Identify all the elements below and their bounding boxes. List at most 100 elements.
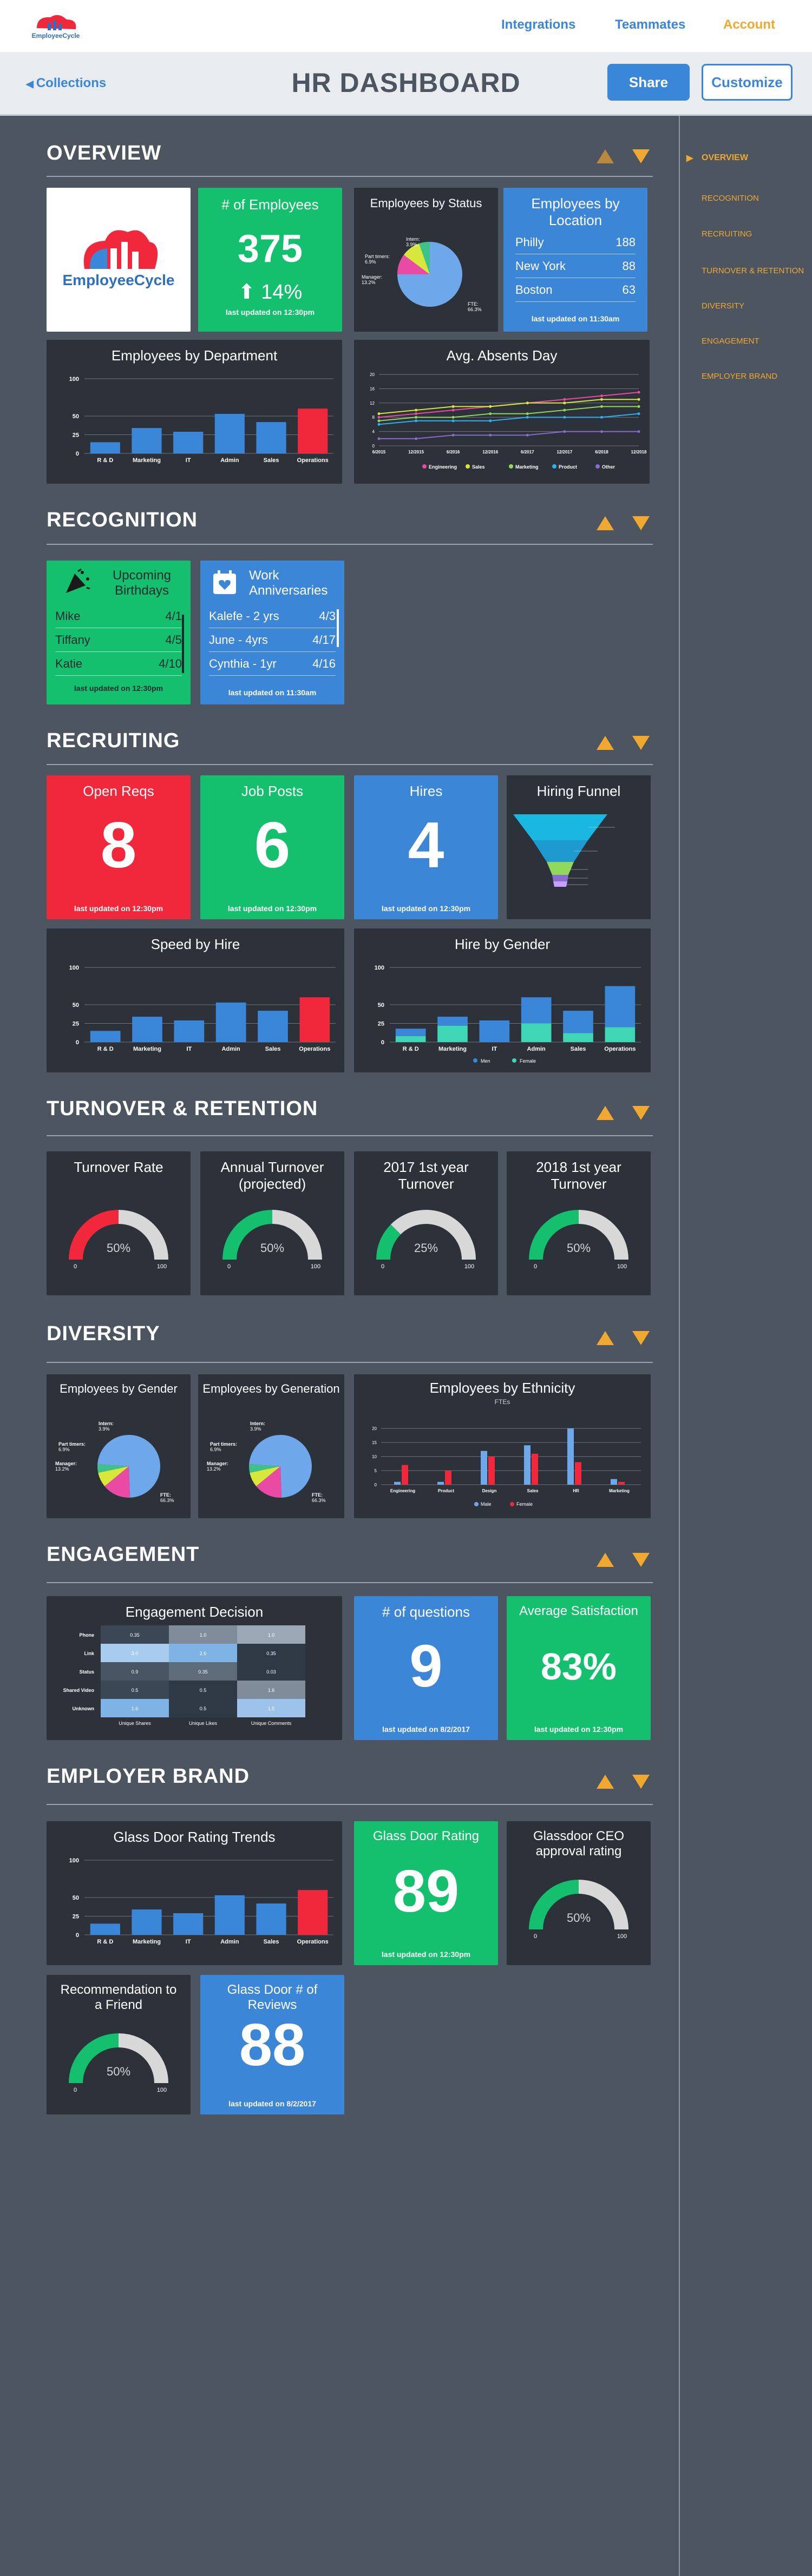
sidebar-item-turnover[interactable]: TURNOVER & RETENTION: [702, 266, 804, 275]
logo[interactable]: EmployeeCycle: [26, 12, 86, 42]
bar: [215, 1002, 246, 1042]
avg-absents-tile[interactable]: Avg. Absents Day 0 4 8 12 16 20 6/2015 12/2015 6…: [354, 340, 650, 484]
open-reqs-tile[interactable]: Open Reqs 8 last updated on 12:30pm: [47, 775, 191, 919]
glassdoor-trends-tile[interactable]: Glass Door Rating Trends 0 25 50 100 R & D Ma…: [47, 1821, 342, 1965]
hires-tile[interactable]: Hires 4 last updated on 12:30pm: [354, 775, 498, 919]
satisfaction-value: 83%: [540, 1645, 617, 1688]
x-tick-label: 6/2015: [372, 450, 386, 454]
gauge-max-label: 100: [617, 1933, 627, 1940]
questions-count-tile[interactable]: # of questions 9 last updated on 8/2/201…: [354, 1596, 498, 1740]
sidebar-item-diversity[interactable]: DIVERSITY: [702, 301, 744, 311]
last-updated: last updated on 11:30am: [531, 314, 620, 323]
pie-label-value: 66.3%: [468, 307, 482, 312]
employees-by-ethnicity-tile[interactable]: Employees by Ethnicity FTEs 0 5 10 15 20 Engi…: [354, 1374, 651, 1518]
data-point: [526, 416, 529, 419]
y-tick-label: 100: [69, 1857, 79, 1864]
turnover-2018-tile[interactable]: 2018 1st year Turnover 0 100 50%: [507, 1151, 651, 1295]
arrow-up-icon: ⬆: [238, 281, 261, 304]
turnover-rate-tile[interactable]: Turnover Rate 0 100 50%: [47, 1151, 191, 1295]
tile-title: Work Anniversaries: [249, 568, 328, 598]
upcoming-birthdays-tile[interactable]: Upcoming Birthdays Mike 4/1 Tiffany 4/5 Ka…: [47, 561, 191, 704]
cell-value: 2.6: [200, 1651, 207, 1656]
city: Boston: [515, 283, 553, 297]
ceo-approval-tile[interactable]: Glassdoor CEO approval rating 0 100 50%: [507, 1821, 651, 1965]
sidebar-item-engagement[interactable]: ENGAGEMENT: [702, 337, 759, 346]
hire-by-gender-tile[interactable]: Hire by Gender 0 25 50 100 R & D Marketing IT A…: [354, 928, 651, 1072]
move-up-icon[interactable]: [597, 516, 614, 530]
gauge-value: 50%: [106, 1241, 131, 1255]
job-posts-tile[interactable]: Job Posts 6 last updated on 12:30pm: [200, 775, 344, 919]
move-up-icon[interactable]: [597, 736, 614, 750]
employees-by-department-tile[interactable]: Employees by Department 0 25 50 100 R & D Mar…: [47, 340, 342, 484]
nav-teammates-link[interactable]: Teammates: [615, 17, 685, 32]
bar-segment: [605, 986, 636, 1027]
move-down-icon[interactable]: [632, 1775, 650, 1789]
nav-account-link[interactable]: Account: [723, 17, 775, 32]
sidebar-item-employer-brand[interactable]: EMPLOYER BRAND: [702, 372, 777, 381]
employees-count-tile[interactable]: # of Employees 375 ⬆ 14% last updated on…: [198, 188, 342, 332]
section-divider: [47, 176, 653, 177]
customize-button[interactable]: Customize: [702, 64, 793, 101]
status-pie-chart: Intern:3.9% Part timers:6.9% Manager:13.…: [362, 236, 482, 312]
employees-by-location-tile[interactable]: Employees by Location Philly 188 New York…: [503, 188, 647, 332]
sidebar-item-recruiting[interactable]: RECRUITING: [702, 229, 752, 239]
share-button[interactable]: Share: [607, 64, 690, 101]
y-tick-label: 0: [76, 1932, 79, 1939]
pie-label-value: 6.9%: [58, 1447, 70, 1452]
data-point: [377, 416, 381, 419]
average-satisfaction-tile[interactable]: Average Satisfaction 83% last updated on…: [507, 1596, 651, 1740]
scrollbar[interactable]: [182, 615, 184, 673]
cell-value: 0.5: [200, 1706, 207, 1711]
work-anniversaries-tile[interactable]: Work Anniversaries Kalefe - 2 yrs 4/3 Jun…: [200, 561, 344, 704]
hiring-funnel-tile[interactable]: Hiring Funnel: [507, 775, 651, 919]
x-tick-label: IT: [186, 1046, 192, 1052]
data-point: [637, 405, 640, 408]
move-up-icon[interactable]: [597, 1106, 614, 1120]
bar: [524, 1445, 531, 1485]
turnover-2017-tile[interactable]: 2017 1st year Turnover 0 100 25%: [354, 1151, 498, 1295]
move-down-icon[interactable]: [632, 1106, 650, 1120]
bar: [437, 1481, 444, 1485]
move-down-icon[interactable]: [632, 736, 650, 750]
scrollbar[interactable]: [337, 609, 339, 647]
pie-label: Intern:: [250, 1421, 265, 1426]
employees-by-status-tile[interactable]: Employees by Status Intern: 3.9% Part tim…: [354, 188, 498, 332]
x-tick-label: R & D: [97, 1046, 114, 1052]
section-sort-controls: [597, 1331, 650, 1345]
employees-by-gender-tile[interactable]: Employees by Gender FTE: 66.3% Manager: 13.…: [47, 1374, 191, 1518]
nav-integrations-link[interactable]: Integrations: [501, 17, 575, 32]
column-label: Unique Shares: [119, 1721, 151, 1726]
move-down-icon[interactable]: [632, 516, 650, 530]
y-tick-label: 25: [73, 1914, 79, 1920]
glassdoor-rating-tile[interactable]: Glass Door Rating 89 last updated on 12:…: [354, 1821, 498, 1965]
employees-by-generation-tile[interactable]: Employees by Generation FTE: 66.3% Manager…: [198, 1374, 344, 1518]
change-value: 14%: [261, 281, 303, 304]
move-down-icon[interactable]: [632, 1553, 650, 1567]
glassdoor-reviews-tile[interactable]: Glass Door # of Reviews 88 last updated …: [200, 1975, 344, 2114]
move-down-icon[interactable]: [632, 149, 650, 163]
recommend-to-friend-tile[interactable]: Recommendation to a Friend 0 100 50%: [47, 1975, 191, 2114]
sidebar-item-recognition[interactable]: RECOGNITION: [702, 194, 759, 203]
engagement-decision-tile[interactable]: Engagement Decision Phone 0.35 1.0 1.0 Link 3…: [47, 1596, 342, 1740]
sidebar-item-overview[interactable]: OVERVIEW: [702, 153, 748, 163]
move-up-icon[interactable]: [597, 1553, 614, 1567]
gauge-min-label: 0: [534, 1933, 537, 1940]
pie-label-value: 13.2%: [55, 1466, 69, 1472]
pie-label-value: 3.9%: [406, 242, 417, 247]
move-up-icon[interactable]: [597, 1331, 614, 1345]
name: Tiffany: [55, 633, 90, 647]
data-point: [451, 416, 455, 419]
x-tick-label: 12/2017: [556, 450, 572, 454]
pie-label-fte: FTE:: [468, 301, 479, 307]
move-up-icon[interactable]: [597, 1775, 614, 1789]
data-point: [563, 398, 566, 401]
annual-turnover-tile[interactable]: Annual Turnover (projected) 0 100 50%: [200, 1151, 344, 1295]
x-tick-label: Product: [438, 1488, 455, 1493]
speed-by-hire-tile[interactable]: Speed by Hire 0 25 50 100 R & D Marketing IT Ad…: [47, 928, 344, 1072]
move-up-icon[interactable]: [597, 149, 614, 163]
x-tick-label: Sales: [264, 1939, 279, 1945]
move-down-icon[interactable]: [632, 1331, 650, 1345]
gauge-min-label: 0: [74, 1263, 77, 1270]
y-tick-label: 15: [372, 1440, 377, 1445]
turnover-2017-gauge: 0 100: [376, 1210, 476, 1270]
